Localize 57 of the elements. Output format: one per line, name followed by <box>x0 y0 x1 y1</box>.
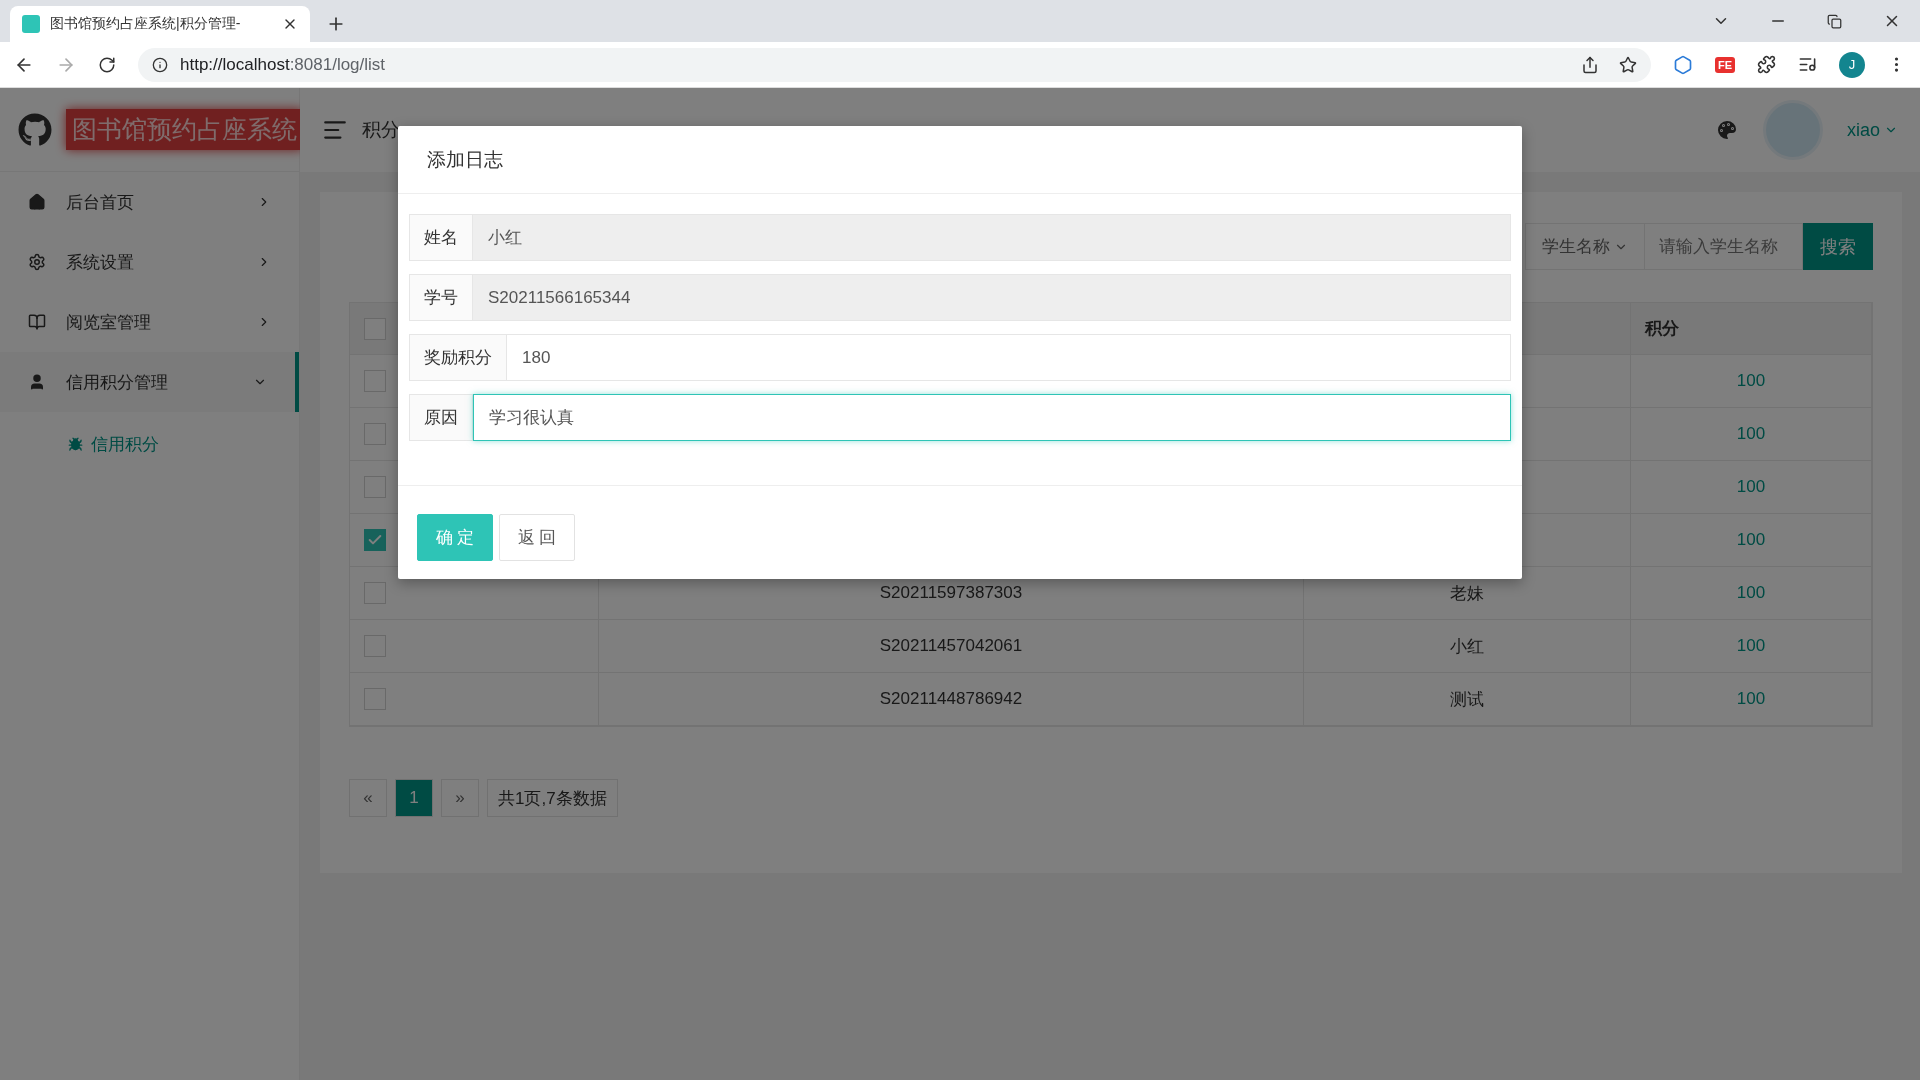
next-page-button[interactable]: » <box>441 779 479 817</box>
search-button[interactable]: 搜索 <box>1803 223 1873 270</box>
table-cell: 100 <box>1631 567 1872 620</box>
table-cell: 100 <box>1631 673 1872 726</box>
extension-icon[interactable] <box>1672 54 1693 75</box>
url-text: http://localhost:8081/log/list <box>180 54 386 75</box>
tab-title: 图书馆预约占座系统|积分管理- <box>50 15 242 33</box>
table-cell: 测试 <box>1304 673 1631 726</box>
page-summary: 共1页,7条数据 <box>487 779 618 817</box>
home-icon <box>28 193 46 211</box>
page-button[interactable]: 1 <box>395 779 433 817</box>
dialog-title: 添加日志 <box>427 147 503 172</box>
restore-icon[interactable] <box>1827 13 1842 29</box>
input-field[interactable]: 180 <box>507 334 1511 381</box>
prev-page-button[interactable]: « <box>349 779 387 817</box>
user-icon <box>28 373 46 391</box>
sidebar-subitem[interactable]: 信用积分 <box>0 412 299 476</box>
field-label: 学号 <box>409 274 473 321</box>
field-label: 姓名 <box>409 214 473 261</box>
puzzle-icon[interactable] <box>1757 55 1776 74</box>
settings-icon <box>28 253 46 271</box>
field-label: 奖励积分 <box>409 334 507 381</box>
address-bar[interactable]: http://localhost:8081/log/list <box>138 47 1651 82</box>
sidebar-item[interactable]: 后台首页 <box>0 172 299 232</box>
table-cell: 100 <box>1631 408 1872 461</box>
table-cell: S20211448786942 <box>599 673 1304 726</box>
profile-avatar[interactable]: J <box>1839 51 1865 78</box>
app-title: 图书馆预约占座系统 <box>66 109 303 150</box>
share-icon[interactable] <box>1580 55 1599 74</box>
book-icon <box>28 313 46 331</box>
input-field[interactable]: 学习很认真 <box>473 394 1511 441</box>
favicon-icon <box>22 15 40 33</box>
info-icon <box>152 56 168 73</box>
reload-icon[interactable] <box>98 55 116 74</box>
table-cell: 小红 <box>1304 620 1631 673</box>
field-select[interactable]: 学生名称 <box>1525 223 1645 270</box>
star-icon[interactable] <box>1618 55 1637 74</box>
field-label: 原因 <box>409 394 473 441</box>
table-cell: 100 <box>1631 461 1872 514</box>
back-button[interactable]: 返 回 <box>499 514 575 561</box>
github-icon <box>18 112 52 147</box>
table-cell: S20211457042061 <box>599 620 1304 673</box>
table-cell: 100 <box>1631 620 1872 673</box>
media-icon[interactable] <box>1798 55 1817 74</box>
checkbox[interactable] <box>364 529 386 551</box>
user-menu[interactable]: xiao <box>1846 119 1898 141</box>
browser-tab[interactable]: 图书馆预约占座系统|积分管理- <box>10 6 310 42</box>
sidebar-item[interactable]: 系统设置 <box>0 232 299 292</box>
sidebar-item[interactable]: 信用积分管理 <box>0 352 299 412</box>
table-cell: 100 <box>1631 355 1872 408</box>
bug-icon <box>68 436 83 452</box>
page-title: 积分 <box>362 118 400 142</box>
column-header: 积分 <box>1643 318 1679 340</box>
search-field[interactable]: 请输入学生名称 <box>1645 223 1803 270</box>
extension-badge[interactable]: FE <box>1714 56 1735 73</box>
sidebar-item[interactable]: 阅览室管理 <box>0 292 299 352</box>
table-cell: 100 <box>1631 514 1872 567</box>
